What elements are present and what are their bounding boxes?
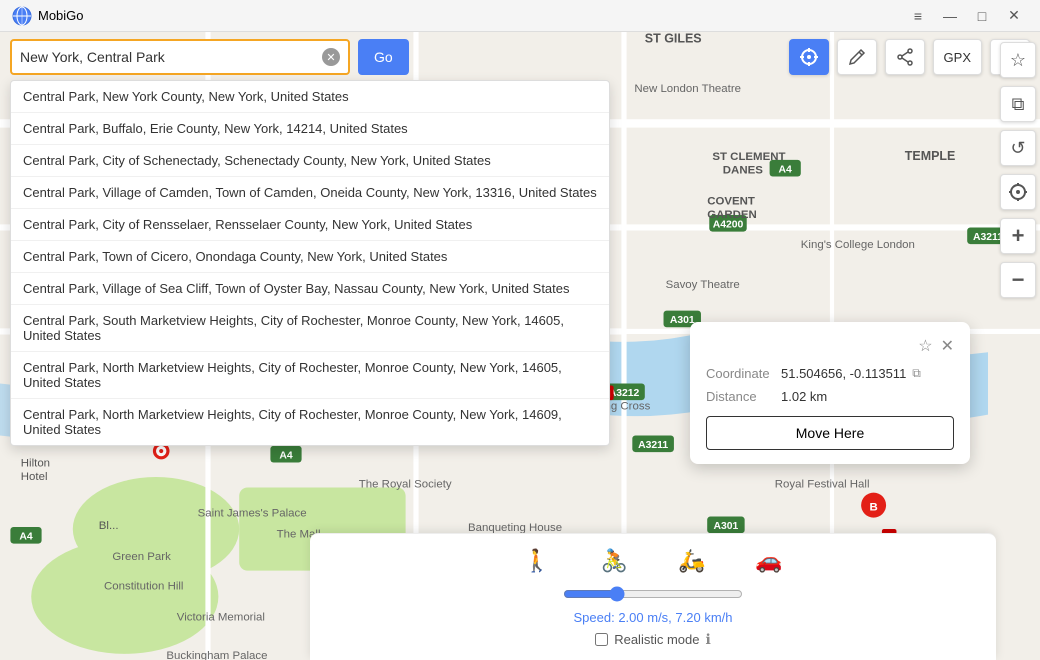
svg-text:B: B xyxy=(869,501,877,513)
svg-text:A3211: A3211 xyxy=(638,440,668,451)
popup-star-button[interactable]: ☆ xyxy=(918,336,932,356)
gpx-button[interactable]: GPX xyxy=(933,39,982,75)
share-icon xyxy=(896,48,914,66)
minimize-button[interactable]: — xyxy=(936,5,964,27)
speed-value: 2.00 m/s, 7.20 km/h xyxy=(618,610,732,625)
gpx-label: GPX xyxy=(944,50,971,65)
pen-button[interactable] xyxy=(837,39,877,75)
right-sidebar: ☆ ⧉ ↺ + − xyxy=(996,32,1040,660)
svg-text:King's College London: King's College London xyxy=(801,239,915,251)
sidebar-reset-button[interactable]: ↺ xyxy=(1000,130,1036,166)
svg-text:Constitution Hill: Constitution Hill xyxy=(104,580,183,592)
popup-header: ☆ ✕ xyxy=(706,336,954,356)
realistic-mode-row: Realistic mode ℹ xyxy=(330,631,976,648)
zoom-out-button[interactable]: − xyxy=(1000,262,1036,298)
app-logo: MobiGo xyxy=(12,6,84,26)
svg-text:DANES: DANES xyxy=(723,164,763,176)
hamburger-button[interactable]: ≡ xyxy=(904,5,932,27)
distance-label: Distance xyxy=(706,389,781,404)
search-result-1[interactable]: Central Park, New York County, New York,… xyxy=(11,81,609,113)
sidebar-locate-button[interactable] xyxy=(1000,174,1036,210)
distance-value: 1.02 km xyxy=(781,389,827,404)
svg-text:Victoria Memorial: Victoria Memorial xyxy=(177,612,265,624)
info-icon[interactable]: ℹ xyxy=(705,631,710,648)
maximize-button[interactable]: □ xyxy=(968,5,996,27)
coordinate-value: 51.504656, -0.113511 ⧉ xyxy=(781,366,921,381)
search-result-7[interactable]: Central Park, Village of Sea Cliff, Town… xyxy=(11,273,609,305)
popup-close-button[interactable]: ✕ xyxy=(941,336,954,356)
speed-slider-row xyxy=(330,586,976,602)
go-button[interactable]: Go xyxy=(358,39,409,75)
svg-text:GARDEN: GARDEN xyxy=(707,209,757,221)
svg-text:Hilton: Hilton xyxy=(21,458,50,470)
bottom-panel: 🚶 🚴 🛵 🚗 Speed: 2.00 m/s, 7.20 km/h Reali… xyxy=(310,533,996,660)
realistic-mode-label: Realistic mode xyxy=(614,632,699,647)
svg-text:TEMPLE: TEMPLE xyxy=(905,149,956,163)
svg-text:ST CLEMENT: ST CLEMENT xyxy=(712,151,785,163)
scooter-mode-button[interactable]: 🛵 xyxy=(678,548,705,574)
crosshair-icon xyxy=(799,47,819,67)
svg-text:The Royal Society: The Royal Society xyxy=(359,478,452,490)
svg-text:A4: A4 xyxy=(779,164,793,175)
coordinate-popup: ☆ ✕ Coordinate 51.504656, -0.113511 ⧉ Di… xyxy=(690,322,970,464)
search-result-2[interactable]: Central Park, Buffalo, Erie County, New … xyxy=(11,113,609,145)
search-result-3[interactable]: Central Park, City of Schenectady, Schen… xyxy=(11,145,609,177)
sidebar-copy-button[interactable]: ⧉ xyxy=(1000,86,1036,122)
search-input[interactable] xyxy=(20,49,316,65)
bike-mode-button[interactable]: 🚴 xyxy=(601,548,628,574)
realistic-mode-checkbox[interactable] xyxy=(595,633,608,646)
app-logo-icon xyxy=(12,6,32,26)
coordinate-row: Coordinate 51.504656, -0.113511 ⧉ xyxy=(706,366,954,381)
search-result-4[interactable]: Central Park, Village of Camden, Town of… xyxy=(11,177,609,209)
distance-row: Distance 1.02 km xyxy=(706,389,954,404)
svg-text:Saint James's Palace: Saint James's Palace xyxy=(198,508,307,520)
car-mode-button[interactable]: 🚗 xyxy=(755,548,782,574)
speed-slider[interactable] xyxy=(563,586,743,602)
svg-text:COVENT: COVENT xyxy=(707,196,755,208)
svg-text:A4: A4 xyxy=(279,450,293,461)
svg-text:A4: A4 xyxy=(19,531,33,542)
locate-icon xyxy=(1008,182,1028,202)
search-result-10[interactable]: Central Park, North Marketview Heights, … xyxy=(11,399,609,445)
copy-coordinate-button[interactable]: ⧉ xyxy=(912,366,921,381)
transport-modes: 🚶 🚴 🛵 🚗 xyxy=(330,548,976,574)
search-result-8[interactable]: Central Park, South Marketview Heights, … xyxy=(11,305,609,352)
main-container: A4200 A4 A3211 A301 A301 A3212 A3211 A4 … xyxy=(0,32,1040,660)
title-bar: MobiGo ≡ — □ ✕ xyxy=(0,0,1040,32)
search-dropdown: Central Park, New York County, New York,… xyxy=(10,80,610,446)
sidebar-star-button[interactable]: ☆ xyxy=(1000,42,1036,78)
search-box: ✕ xyxy=(10,39,350,75)
crosshair-button[interactable] xyxy=(789,39,829,75)
pen-icon xyxy=(848,48,866,66)
window-controls: ≡ — □ ✕ xyxy=(904,5,1028,27)
svg-text:Green Park: Green Park xyxy=(112,551,171,563)
walk-mode-button[interactable]: 🚶 xyxy=(523,548,550,574)
search-clear-button[interactable]: ✕ xyxy=(322,48,340,66)
svg-text:Savoy Theatre: Savoy Theatre xyxy=(666,279,740,291)
svg-text:Bl...: Bl... xyxy=(99,520,119,532)
svg-text:Hotel: Hotel xyxy=(21,471,48,483)
move-here-button[interactable]: Move Here xyxy=(706,416,954,450)
speed-text: Speed: 2.00 m/s, 7.20 km/h xyxy=(330,610,976,625)
svg-text:Buckingham Palace: Buckingham Palace xyxy=(166,650,267,660)
top-toolbar: ✕ Go xyxy=(0,32,1040,82)
search-result-5[interactable]: Central Park, City of Rensselaer, Rensse… xyxy=(11,209,609,241)
app-title: MobiGo xyxy=(38,8,84,23)
svg-text:New London Theatre: New London Theatre xyxy=(634,83,741,95)
svg-text:A301: A301 xyxy=(713,521,738,532)
search-result-9[interactable]: Central Park, North Marketview Heights, … xyxy=(11,352,609,399)
zoom-in-button[interactable]: + xyxy=(1000,218,1036,254)
share-button[interactable] xyxy=(885,39,925,75)
search-result-6[interactable]: Central Park, Town of Cicero, Onondaga C… xyxy=(11,241,609,273)
close-button[interactable]: ✕ xyxy=(1000,5,1028,27)
svg-text:Royal Festival Hall: Royal Festival Hall xyxy=(775,478,870,490)
coordinate-label: Coordinate xyxy=(706,366,781,381)
